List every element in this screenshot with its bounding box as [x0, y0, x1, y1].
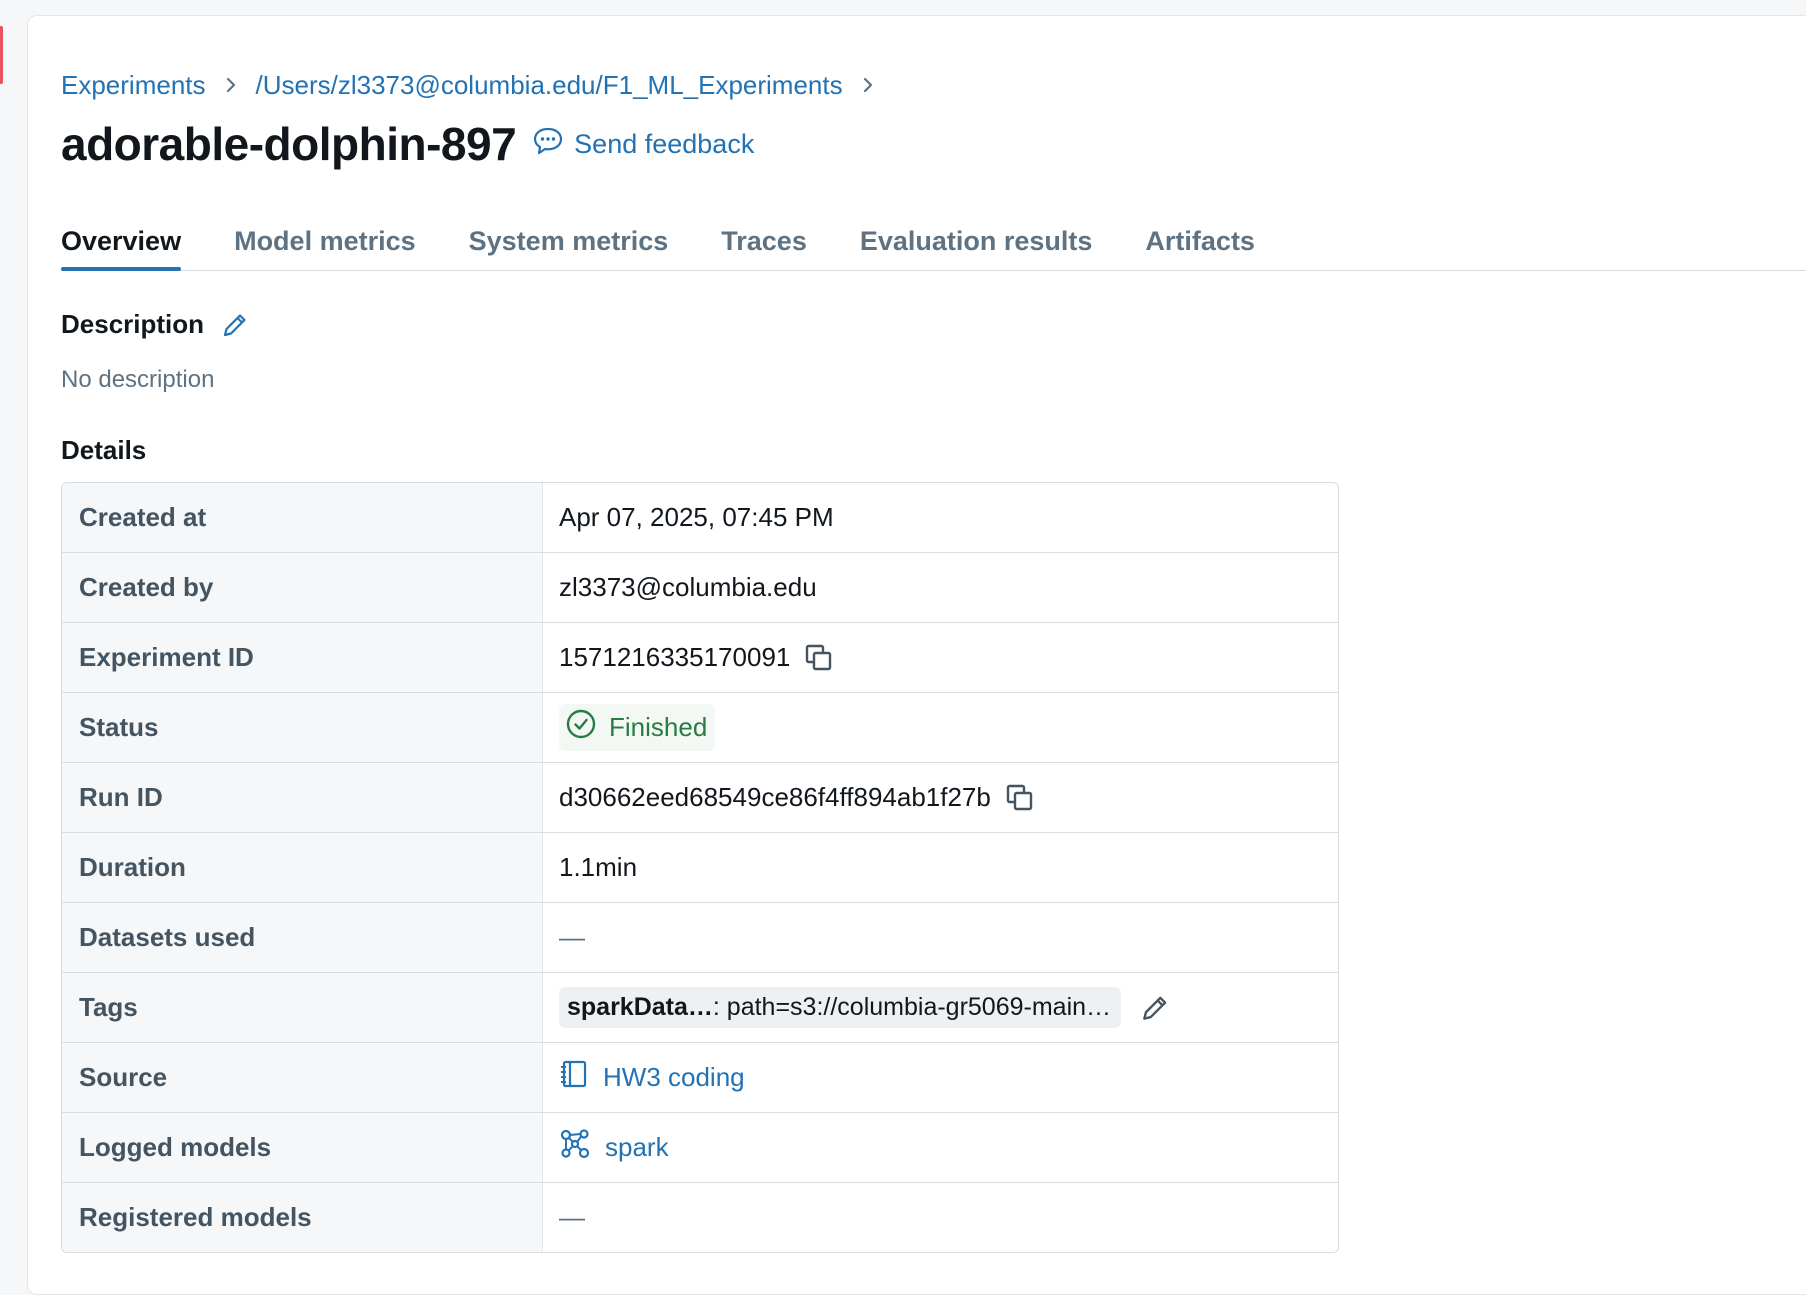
details-row-created-by: Created by zl3373@columbia.edu: [62, 553, 1338, 623]
tab-overview[interactable]: Overview: [61, 220, 182, 271]
row-label: Logged models: [62, 1113, 543, 1182]
details-row-source: Source HW3 coding: [62, 1043, 1338, 1113]
details-row-logged-models: Logged models spark: [62, 1113, 1338, 1183]
details-table: Created at Apr 07, 2025, 07:45 PM Create…: [61, 482, 1339, 1253]
send-feedback-label: Send feedback: [574, 128, 755, 159]
breadcrumb: Experiments /Users/zl3373@columbia.edu/F…: [61, 67, 875, 103]
tab-model-metrics[interactable]: Model metrics: [234, 220, 416, 270]
details-row-tags: Tags sparkData… : path=s3://columbia-gr5…: [62, 973, 1338, 1043]
row-label: Source: [62, 1043, 543, 1112]
run-id-value: d30662eed68549ce86f4ff894ab1f27b: [559, 782, 991, 812]
run-detail-panel: Experiments /Users/zl3373@columbia.edu/F…: [27, 15, 1806, 1295]
chevron-right-icon: [861, 76, 875, 94]
details-row-duration: Duration 1.1min: [62, 833, 1338, 903]
tab-system-metrics[interactable]: System metrics: [469, 220, 669, 270]
title-row: adorable-dolphin-897 Send feedback: [61, 116, 754, 172]
tab-artifacts[interactable]: Artifacts: [1145, 220, 1255, 270]
row-label: Created by: [62, 553, 543, 622]
row-label: Registered models: [62, 1183, 543, 1252]
details-heading: Details: [61, 435, 147, 465]
row-label: Created at: [62, 483, 543, 552]
row-label: Run ID: [62, 763, 543, 832]
registered-models-value: —: [559, 1202, 585, 1232]
status-value: Finished: [609, 712, 708, 742]
source-notebook-link[interactable]: HW3 coding: [603, 1062, 745, 1093]
logged-model-link[interactable]: spark: [605, 1132, 669, 1163]
edit-description-pencil-icon[interactable]: [220, 310, 250, 340]
row-label: Duration: [62, 833, 543, 902]
tab-bar: Overview Model metrics System metrics Tr…: [61, 220, 1806, 271]
details-row-experiment-id: Experiment ID 1571216335170091: [62, 623, 1338, 693]
description-heading: Description: [61, 309, 205, 339]
experiment-id-value: 1571216335170091: [559, 642, 791, 672]
details-row-registered-models: Registered models —: [62, 1183, 1338, 1252]
copy-experiment-id-copy-icon[interactable]: [804, 643, 834, 673]
page-title: adorable-dolphin-897: [61, 118, 517, 170]
tab-evaluation-results[interactable]: Evaluation results: [860, 220, 1093, 270]
duration-value: 1.1min: [559, 852, 638, 882]
datasets-used-value: —: [559, 922, 585, 952]
left-edge-accent: [0, 26, 3, 84]
tag-chip[interactable]: sparkData… : path=s3://columbia-gr5069-m…: [559, 987, 1122, 1028]
description-text: No description: [61, 366, 215, 393]
details-row-status: Status Finished: [62, 693, 1338, 763]
edit-tags-pencil-icon[interactable]: [1139, 992, 1171, 1024]
breadcrumb-experiments-link[interactable]: Experiments: [61, 70, 206, 101]
row-label: Experiment ID: [62, 623, 543, 692]
tag-key: sparkData…: [567, 993, 713, 1021]
send-feedback-link[interactable]: Send feedback: [532, 126, 754, 163]
tag-value: : path=s3://columbia-gr5069-main…: [712, 993, 1112, 1021]
breadcrumb-experiment-path-link[interactable]: /Users/zl3373@columbia.edu/F1_ML_Experim…: [256, 70, 843, 101]
tab-traces[interactable]: Traces: [721, 220, 807, 270]
status-badge: Finished: [559, 704, 716, 751]
row-label: Tags: [62, 973, 543, 1042]
created-by-value: zl3373@columbia.edu: [559, 572, 817, 602]
details-row-run-id: Run ID d30662eed68549ce86f4ff894ab1f27b: [62, 763, 1338, 833]
copy-run-id-copy-icon[interactable]: [1005, 783, 1035, 813]
row-label: Status: [62, 693, 543, 762]
speech-bubble-icon: [532, 126, 564, 163]
description-section-header: Description: [61, 309, 250, 340]
model-graph-icon: [559, 1128, 591, 1167]
chevron-right-icon: [224, 76, 238, 94]
created-at-value: Apr 07, 2025, 07:45 PM: [559, 502, 834, 532]
notebook-icon: [559, 1059, 589, 1096]
details-row-datasets-used: Datasets used —: [62, 903, 1338, 973]
details-row-created-at: Created at Apr 07, 2025, 07:45 PM: [62, 483, 1338, 553]
row-label: Datasets used: [62, 903, 543, 972]
check-circle-icon: [565, 708, 597, 747]
